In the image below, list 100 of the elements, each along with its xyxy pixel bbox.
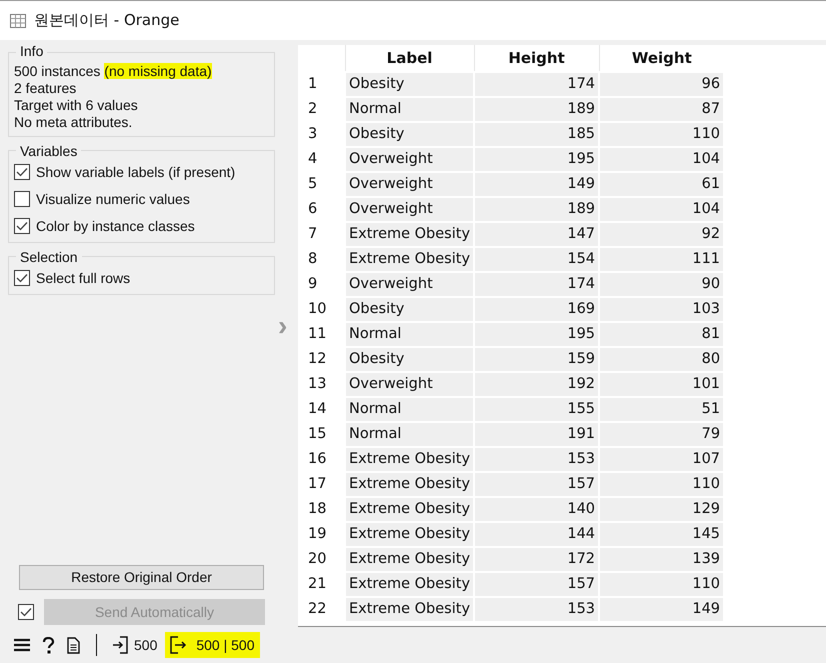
table-cell: Extreme Obesity <box>345 572 474 597</box>
table-cell: 140 <box>474 497 600 522</box>
row-number: 15 <box>307 424 328 444</box>
table-cell: 79 <box>599 422 724 447</box>
output-count: 500 | 500 <box>196 636 254 655</box>
table-cell: Extreme Obesity <box>345 472 474 497</box>
row-number: 22 <box>307 600 328 619</box>
row-number: 19 <box>307 524 328 544</box>
table-cell: 103 <box>599 297 724 322</box>
table-cell: 174 <box>474 72 600 97</box>
table-cell: Extreme Obesity <box>345 222 474 247</box>
info-line: 2 features <box>14 80 76 97</box>
table-cell: Extreme Obesity <box>345 497 474 522</box>
table-cell: 157 <box>474 472 600 497</box>
checkbox[interactable] <box>14 191 30 207</box>
row-number: 13 <box>307 374 328 394</box>
table-cell: 101 <box>599 372 724 397</box>
table-cell: 80 <box>599 347 724 372</box>
input-icon[interactable] <box>113 636 128 654</box>
table-cell: 159 <box>474 347 600 372</box>
row-number: 10 <box>307 300 328 319</box>
info-line: Target with 6 values <box>14 97 138 114</box>
table-cell: 155 <box>474 397 600 422</box>
input-count: 500 <box>134 636 158 654</box>
menu-icon[interactable] <box>14 638 30 652</box>
checkbox-label[interactable]: Select full rows <box>36 268 130 288</box>
table-cell: Obesity <box>345 297 474 322</box>
table-cell: 107 <box>599 447 724 472</box>
checkbox-label[interactable]: Color by instance classes <box>36 216 195 236</box>
document-icon[interactable] <box>67 636 80 654</box>
table-cell: 174 <box>474 272 600 297</box>
help-icon[interactable] <box>42 636 55 654</box>
table-cell: Normal <box>345 322 474 347</box>
table-cell: Normal <box>345 397 474 422</box>
table-cell: 189 <box>474 97 600 122</box>
table-cell: 191 <box>474 422 600 447</box>
row-number: 7 <box>307 224 318 244</box>
output-icon[interactable] <box>170 636 188 654</box>
table-cell: 172 <box>474 547 600 572</box>
table-cell: 192 <box>474 372 600 397</box>
table-cell: 96 <box>599 72 724 97</box>
checkbox-label[interactable]: Visualize numeric values <box>36 188 190 210</box>
table-cell: 61 <box>599 172 724 197</box>
row-number: 11 <box>307 324 328 344</box>
table-cell: 104 <box>599 147 724 172</box>
table-cell: Obesity <box>345 347 474 372</box>
info-line: No meta attributes. <box>14 114 132 131</box>
row-number: 1 <box>307 74 318 94</box>
table-cell: 110 <box>599 572 724 597</box>
table-cell: Overweight <box>345 147 474 172</box>
table-cell: Overweight <box>345 172 474 197</box>
table-cell: Normal <box>345 422 474 447</box>
table-cell: 185 <box>474 122 600 147</box>
row-number: 14 <box>307 400 328 419</box>
table-cell: Extreme Obesity <box>345 247 474 272</box>
table-cell: Overweight <box>345 272 474 297</box>
table-cell: 195 <box>474 147 600 172</box>
table-cell: 189 <box>474 197 600 222</box>
table-cell: 111 <box>599 247 724 272</box>
table-cell: 104 <box>599 197 724 222</box>
table-cell: Extreme Obesity <box>345 522 474 547</box>
restore-button[interactable]: Restore Original Order <box>19 565 264 590</box>
table-cell: 153 <box>474 597 600 622</box>
table-cell: 81 <box>599 322 724 347</box>
table-cell: 149 <box>474 172 600 197</box>
row-number: 21 <box>307 574 328 594</box>
row-number: 18 <box>307 500 328 519</box>
table-cell: 110 <box>599 122 724 147</box>
row-number: 3 <box>307 124 318 144</box>
table-cell: 169 <box>474 297 600 322</box>
checkbox[interactable] <box>14 218 30 234</box>
table-cell: Obesity <box>345 122 474 147</box>
table-cell: 110 <box>599 472 724 497</box>
table-cell: 153 <box>474 447 600 472</box>
info-line: 500 instances (no missing data) <box>14 63 212 80</box>
table-cell: Extreme Obesity <box>345 597 474 622</box>
row-number: 4 <box>307 150 318 169</box>
checkbox-label[interactable]: Show variable labels (if present) <box>36 162 236 182</box>
row-number: 12 <box>307 350 328 369</box>
table-cell: 51 <box>599 397 724 422</box>
table-cell: 149 <box>599 597 724 622</box>
table-cell: Overweight <box>345 197 474 222</box>
table-cell: 147 <box>474 222 600 247</box>
row-number: 5 <box>307 174 318 194</box>
table-cell: Overweight <box>345 372 474 397</box>
table-cell: 157 <box>474 572 600 597</box>
table-cell: 154 <box>474 247 600 272</box>
row-number: 16 <box>307 450 328 469</box>
window-title: 원본데이터 - Orange <box>34 10 180 32</box>
table-cell: Extreme Obesity <box>345 447 474 472</box>
row-number: 17 <box>307 474 328 494</box>
checkbox[interactable] <box>14 270 30 286</box>
table-cell: Normal <box>345 97 474 122</box>
table-icon <box>10 14 26 28</box>
table-cell: Obesity <box>345 72 474 97</box>
table-cell: 92 <box>599 222 724 247</box>
table-cell: 129 <box>599 497 724 522</box>
checkbox[interactable] <box>14 164 30 180</box>
row-number: 9 <box>307 274 318 294</box>
row-number: 2 <box>307 100 318 119</box>
